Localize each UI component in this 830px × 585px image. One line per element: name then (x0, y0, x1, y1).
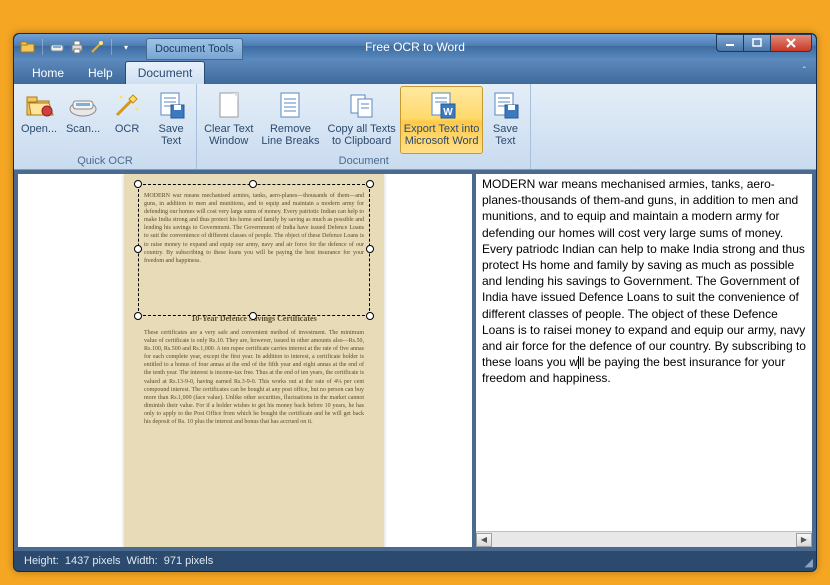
selection-handle-w[interactable] (134, 245, 142, 253)
maximize-button[interactable] (743, 34, 771, 52)
close-button[interactable] (770, 34, 812, 52)
text-panel: MODERN war means mechanised armies, tank… (476, 174, 812, 547)
scan-button[interactable]: Scan... (61, 86, 105, 154)
ocr-text-output[interactable]: MODERN war means mechanised armies, tank… (476, 174, 812, 531)
print-icon[interactable] (69, 39, 85, 55)
ribbon-tabbar: Home Help Document ˆ (14, 60, 816, 84)
folder-icon[interactable] (20, 39, 36, 55)
scanner-icon (67, 89, 99, 121)
content-area: MODERN war means mechanised armies, tank… (14, 170, 816, 551)
ocr-text-pre: MODERN war means mechanised armies, tank… (482, 177, 806, 369)
selection-handle-nw[interactable] (134, 180, 142, 188)
folder-open-icon (23, 89, 55, 121)
status-height-label: Height: (24, 555, 59, 567)
save-text-button-2[interactable]: Save Text (483, 86, 527, 154)
tab-help[interactable]: Help (76, 62, 125, 84)
pages-copy-icon (346, 89, 378, 121)
selection-handle-s[interactable] (249, 312, 257, 320)
context-tab-document-tools[interactable]: Document Tools (146, 38, 243, 60)
clear-text-button[interactable]: Clear Text Window (200, 86, 257, 154)
qat-dropdown-icon[interactable]: ▾ (118, 39, 134, 55)
horizontal-scrollbar[interactable]: ◀ ▶ (476, 531, 812, 547)
export-word-button[interactable]: W Export Text into Microsoft Word (400, 86, 484, 154)
selection-handle-n[interactable] (249, 180, 257, 188)
image-panel[interactable]: MODERN war means mechanised armies, tank… (18, 174, 472, 547)
quick-access-toolbar: ▾ (14, 34, 140, 60)
tab-home[interactable]: Home (20, 62, 76, 84)
titlebar: ▾ Document Tools Free OCR to Word (14, 34, 816, 60)
remove-line-breaks-button[interactable]: Remove Line Breaks (257, 86, 323, 154)
group-label-quick-ocr: Quick OCR (17, 154, 193, 169)
status-height-value: 1437 pixels (65, 555, 121, 567)
minimize-button[interactable] (716, 34, 744, 52)
selection-handle-sw[interactable] (134, 312, 142, 320)
ribbon-group-document: Clear Text Window Remove Line Breaks Cop… (197, 84, 531, 169)
ribbon: Open... Scan... OCR Save Text Quick OCR (14, 84, 816, 170)
window-controls (717, 34, 812, 52)
ribbon-group-quick-ocr: Open... Scan... OCR Save Text Quick OCR (14, 84, 197, 169)
page-save-icon (489, 89, 521, 121)
wand-icon[interactable] (89, 39, 105, 55)
save-text-button[interactable]: Save Text (149, 86, 193, 154)
wand-icon (111, 89, 143, 121)
scroll-right-icon[interactable]: ▶ (796, 533, 812, 547)
page-word-icon: W (426, 89, 458, 121)
scanned-paragraph-2: These certificates are a very safe and c… (144, 329, 364, 426)
context-tab-label: Document Tools (155, 43, 234, 55)
app-window: ▾ Document Tools Free OCR to Word Home H… (13, 33, 817, 572)
statusbar: Height: 1437 pixels Width: 971 pixels ◢ (14, 551, 816, 571)
blank-page-icon (213, 89, 245, 121)
app-title: Free OCR to Word (365, 40, 465, 54)
selection-handle-e[interactable] (366, 245, 374, 253)
open-button[interactable]: Open... (17, 86, 61, 154)
svg-text:W: W (443, 107, 453, 118)
status-width-label: Width: (127, 555, 158, 567)
selection-handle-ne[interactable] (366, 180, 374, 188)
ocr-selection-box[interactable] (138, 184, 370, 316)
status-width-value: 971 pixels (164, 555, 214, 567)
ocr-button[interactable]: OCR (105, 86, 149, 154)
resize-grip-icon[interactable]: ◢ (805, 558, 813, 569)
tab-document[interactable]: Document (125, 61, 206, 84)
scroll-left-icon[interactable]: ◀ (476, 533, 492, 547)
selection-handle-se[interactable] (366, 312, 374, 320)
group-label-document: Document (200, 154, 527, 169)
scan-icon[interactable] (49, 39, 65, 55)
copy-all-texts-button[interactable]: Copy all Texts to Clipboard (324, 86, 400, 154)
page-lines-icon (274, 89, 306, 121)
ribbon-collapse-icon[interactable]: ˆ (803, 66, 806, 77)
page-save-icon (155, 89, 187, 121)
